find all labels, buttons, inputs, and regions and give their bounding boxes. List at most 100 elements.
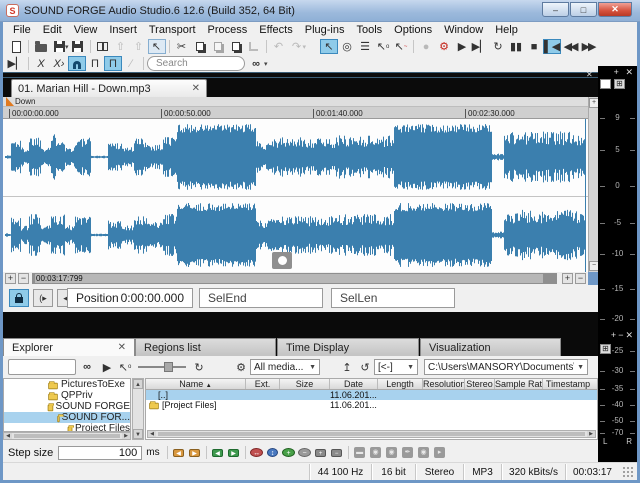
record-remote-icon[interactable]: ● [417, 39, 435, 54]
auto-preview-icon[interactable]: ↖ o [116, 360, 134, 375]
play-icon[interactable]: ▶▏ [471, 39, 489, 54]
document-tab-close-icon[interactable]: ✕ [192, 83, 200, 94]
time-ruler[interactable]: 00:00:00.000 00:00:50.000 00:01:40.000 0… [3, 107, 588, 119]
zoom-selection-icon[interactable]: ↔ [249, 446, 265, 459]
crop-icon[interactable] [245, 39, 263, 54]
column-ext[interactable]: Ext. [246, 379, 280, 389]
marker-row[interactable]: Down [3, 97, 588, 107]
column-length[interactable]: Length [378, 379, 423, 389]
column-resolution[interactable]: Resolution [423, 379, 465, 389]
column-stereo[interactable]: Stereo [465, 379, 495, 389]
zoom-in-time-icon[interactable]: + [5, 273, 16, 284]
tab-explorer-close-icon[interactable]: ✕ [118, 342, 126, 353]
column-name[interactable]: Name ▲ [146, 379, 246, 389]
next-marker-icon[interactable]: ▶ [187, 446, 203, 459]
refresh-icon[interactable]: ↺ [356, 360, 374, 375]
undo-icon[interactable]: ↶ [270, 39, 288, 54]
tree-item-qppriv[interactable]: QPPriv [4, 390, 130, 401]
step-size-input[interactable] [58, 445, 143, 460]
loop-preview-icon[interactable]: ↻ [190, 360, 208, 375]
meter-close-icon[interactable]: ✕ [625, 67, 635, 77]
file-row-project-files[interactable]: [Project Files] 11.06.201... [146, 400, 597, 410]
wave-h-scrollbar-thumb[interactable] [35, 274, 543, 283]
menu-item-help[interactable]: Help [489, 23, 524, 37]
edit-tool-icon[interactable]: ↖ [147, 39, 166, 54]
file-list[interactable]: Name ▲ Ext. Size Date Length Resolution … [145, 378, 598, 440]
loop-playback-icon[interactable]: ↻ [489, 39, 507, 54]
copy-icon[interactable] [191, 39, 209, 54]
waveform-display[interactable] [3, 119, 588, 272]
open-file-icon[interactable] [32, 39, 50, 54]
zoom-normal-icon[interactable]: + [313, 446, 329, 459]
position-field[interactable]: Position 0:00:00.000 [67, 288, 193, 308]
marker-flag-icon[interactable] [6, 97, 14, 106]
magnify-tool-icon[interactable]: ◎ [338, 39, 356, 54]
prev-marker-icon[interactable]: ◀ [171, 446, 187, 459]
zoom-out-level-icon[interactable]: − [297, 446, 313, 459]
snap-grid-icon[interactable]: Π [86, 56, 104, 71]
preview-volume-slider[interactable] [138, 361, 186, 373]
explorer-find-icon[interactable]: ∞ [76, 360, 98, 375]
scrub-control[interactable] [272, 252, 292, 269]
marker-badge-icon[interactable]: ◉ [368, 446, 384, 459]
history-select[interactable]: [<-] ▼ [374, 359, 418, 375]
new-file-icon[interactable] [7, 39, 25, 54]
auto-crossfade-icon[interactable]: X› [50, 56, 68, 71]
tab-visualization[interactable]: Visualization [420, 338, 561, 356]
envelope-tool-icon[interactable]: ↖ o [374, 39, 392, 54]
event-up-icon[interactable]: ⇧ [112, 39, 130, 54]
menu-item-insert[interactable]: Insert [103, 23, 143, 37]
file-row-parent[interactable]: [..] 11.06.201... [146, 390, 597, 400]
tree-h-scrollbar[interactable]: ◀ ▶ [3, 432, 131, 440]
menu-item-window[interactable]: Window [438, 23, 489, 37]
play-all-icon[interactable]: ▶ [453, 39, 471, 54]
column-timestamp[interactable]: Timestamp [543, 379, 593, 389]
maximize-button[interactable]: □ [570, 2, 597, 17]
tab-explorer[interactable]: Explorer ✕ [3, 338, 135, 356]
mixer-icon[interactable]: ☰ [356, 39, 374, 54]
selend-field[interactable]: SelEnd [199, 288, 323, 308]
file-h-scrollbar[interactable]: ◀ ▶ [147, 430, 596, 438]
record-icon[interactable]: ⚙ [435, 39, 453, 54]
comment-badge-icon[interactable]: ✒ [400, 446, 416, 459]
column-sample-rate[interactable]: Sample Rate [495, 379, 543, 389]
tree-v-scrollbar[interactable]: ▲ ▼ [132, 378, 144, 440]
tab-time-display[interactable]: Time Display [277, 338, 419, 356]
tree-item-sound-for-selected[interactable]: SOUND FOR... [4, 412, 130, 423]
play-badge-icon[interactable]: ▸ [432, 446, 448, 459]
menu-item-plug-ins[interactable]: Plug-ins [299, 23, 351, 37]
redo-dropdown-icon[interactable]: ▾ [303, 43, 307, 51]
stop-icon[interactable]: ■ [525, 39, 543, 54]
zoom-in-edge-icon[interactable]: + [562, 273, 573, 284]
folder-tree[interactable]: PicturesToExe QPPriv SOUND FORGE SOUND F… [3, 378, 131, 432]
snap-markers-icon[interactable]: Π [104, 56, 122, 71]
snap-zero-crossing-icon[interactable]: ∕ [122, 56, 140, 71]
prev-region-icon[interactable]: ◀ [210, 446, 226, 459]
panel-expand-icon[interactable]: ⊞ [600, 344, 611, 354]
snap-enable-icon[interactable] [68, 56, 86, 71]
tree-item-project-files[interactable]: Project Files [4, 423, 130, 431]
explorer-search-input[interactable] [8, 359, 76, 375]
close-button[interactable]: ✕ [598, 2, 632, 17]
menu-item-options[interactable]: Options [388, 23, 438, 37]
event-down-icon[interactable]: ⇧ [130, 39, 148, 54]
scroll-down-icon[interactable]: ▼ [133, 429, 143, 439]
minimize-button[interactable]: – [542, 2, 569, 17]
column-date[interactable]: Date [330, 379, 378, 389]
forward-icon[interactable]: ▶▶ [579, 39, 597, 54]
playback-scroll-icon[interactable]: (▸ [33, 289, 53, 307]
zoom-out-time-icon[interactable]: − [18, 273, 29, 284]
preview-play-icon[interactable]: ▶ [98, 360, 116, 375]
menu-item-view[interactable]: View [68, 23, 104, 37]
media-filter-select[interactable]: All media... ▼ [250, 359, 320, 375]
pause-icon[interactable]: ▮▮ [507, 39, 525, 54]
zoom-in-level-icon[interactable]: + [281, 446, 297, 459]
paste-special-icon[interactable] [227, 39, 245, 54]
menu-item-edit[interactable]: Edit [37, 23, 68, 37]
trim-crop-icon[interactable] [94, 39, 112, 54]
scroll-up-icon[interactable]: ▲ [133, 379, 143, 389]
transfer-icon[interactable]: ↥ [338, 360, 356, 375]
meter-blank-button[interactable] [600, 79, 611, 89]
shield-badge-icon[interactable]: ◉ [416, 446, 432, 459]
menu-item-transport[interactable]: Transport [143, 23, 202, 37]
